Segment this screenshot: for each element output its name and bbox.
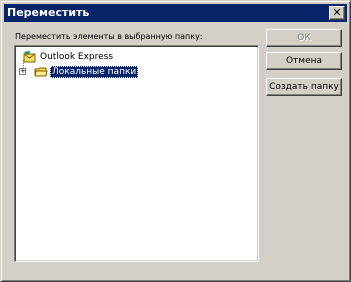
dialog-title: Переместить [7,6,90,19]
cancel-button[interactable]: Отмена [266,52,342,70]
title-bar[interactable]: Переместить ✕ [4,4,347,22]
folder-tree[interactable]: Outlook Express + Локальные папки [14,45,259,262]
tree-node-label-selected: Локальные папки [50,66,139,78]
outlook-express-icon [23,51,37,63]
move-dialog: Переместить ✕ Переместить элементы в выб… [0,0,351,282]
local-folders-icon [34,66,48,78]
close-icon: ✕ [332,6,342,19]
tree-node-label: Outlook Express [40,52,114,62]
ok-button[interactable]: ОК [266,29,342,47]
close-button[interactable]: ✕ [329,6,345,20]
prompt-label: Переместить элементы в выбранную папку: [15,32,203,41]
new-folder-button[interactable]: Создать папку [266,78,342,96]
expand-icon[interactable]: + [19,68,26,75]
